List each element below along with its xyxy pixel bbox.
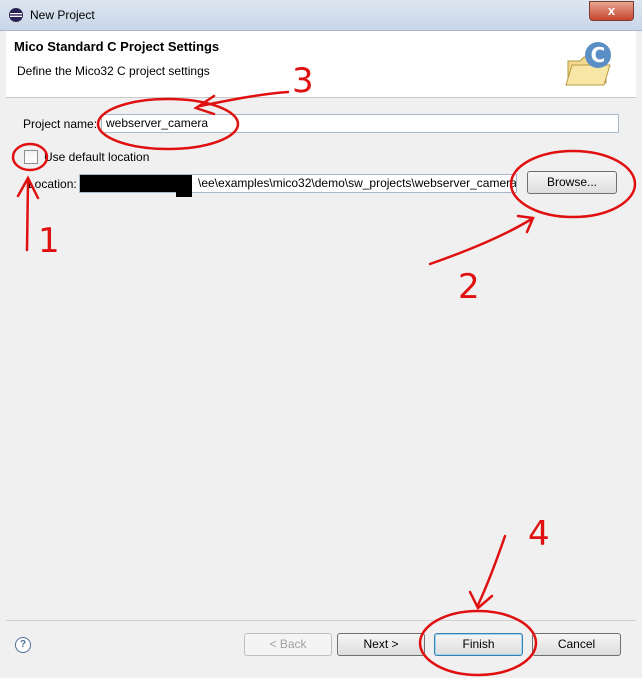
- project-name-label: Project name:: [23, 117, 98, 131]
- annotation-arrow-2: [428, 214, 535, 266]
- footer-divider: [6, 620, 636, 621]
- annotation-number-2: 2: [458, 267, 480, 307]
- page-title: Mico Standard C Project Settings: [14, 39, 220, 54]
- back-button[interactable]: < Back: [244, 633, 332, 656]
- cancel-button[interactable]: Cancel: [532, 633, 621, 656]
- use-default-location-checkbox[interactable]: [24, 150, 38, 164]
- annotation-number-1: 1: [38, 221, 60, 261]
- help-icon[interactable]: ?: [15, 637, 31, 653]
- eclipse-app-icon: [9, 8, 23, 22]
- window-title: New Project: [30, 8, 95, 22]
- next-button[interactable]: Next >: [337, 633, 425, 656]
- annotation-arrow-4: [468, 534, 507, 610]
- page-description: Define the Mico32 C project settings: [17, 64, 210, 78]
- svg-text:C: C: [591, 43, 606, 67]
- annotation-number-4: 4: [528, 514, 550, 554]
- wizard-header: Mico Standard C Project Settings Define …: [6, 31, 636, 98]
- redacted-path-tail: [176, 190, 192, 197]
- browse-button[interactable]: Browse...: [527, 171, 617, 194]
- window-titlebar: New Project x: [0, 0, 642, 31]
- project-name-input[interactable]: webserver_camera: [101, 114, 619, 133]
- red-annotation-layer: 1 2 3 4: [11, 61, 637, 677]
- close-window-button[interactable]: x: [589, 1, 634, 21]
- finish-button[interactable]: Finish: [434, 633, 523, 656]
- location-label: Location:: [28, 177, 77, 191]
- use-default-location-label: Use default location: [44, 150, 150, 164]
- c-project-folder-icon: C: [565, 42, 611, 86]
